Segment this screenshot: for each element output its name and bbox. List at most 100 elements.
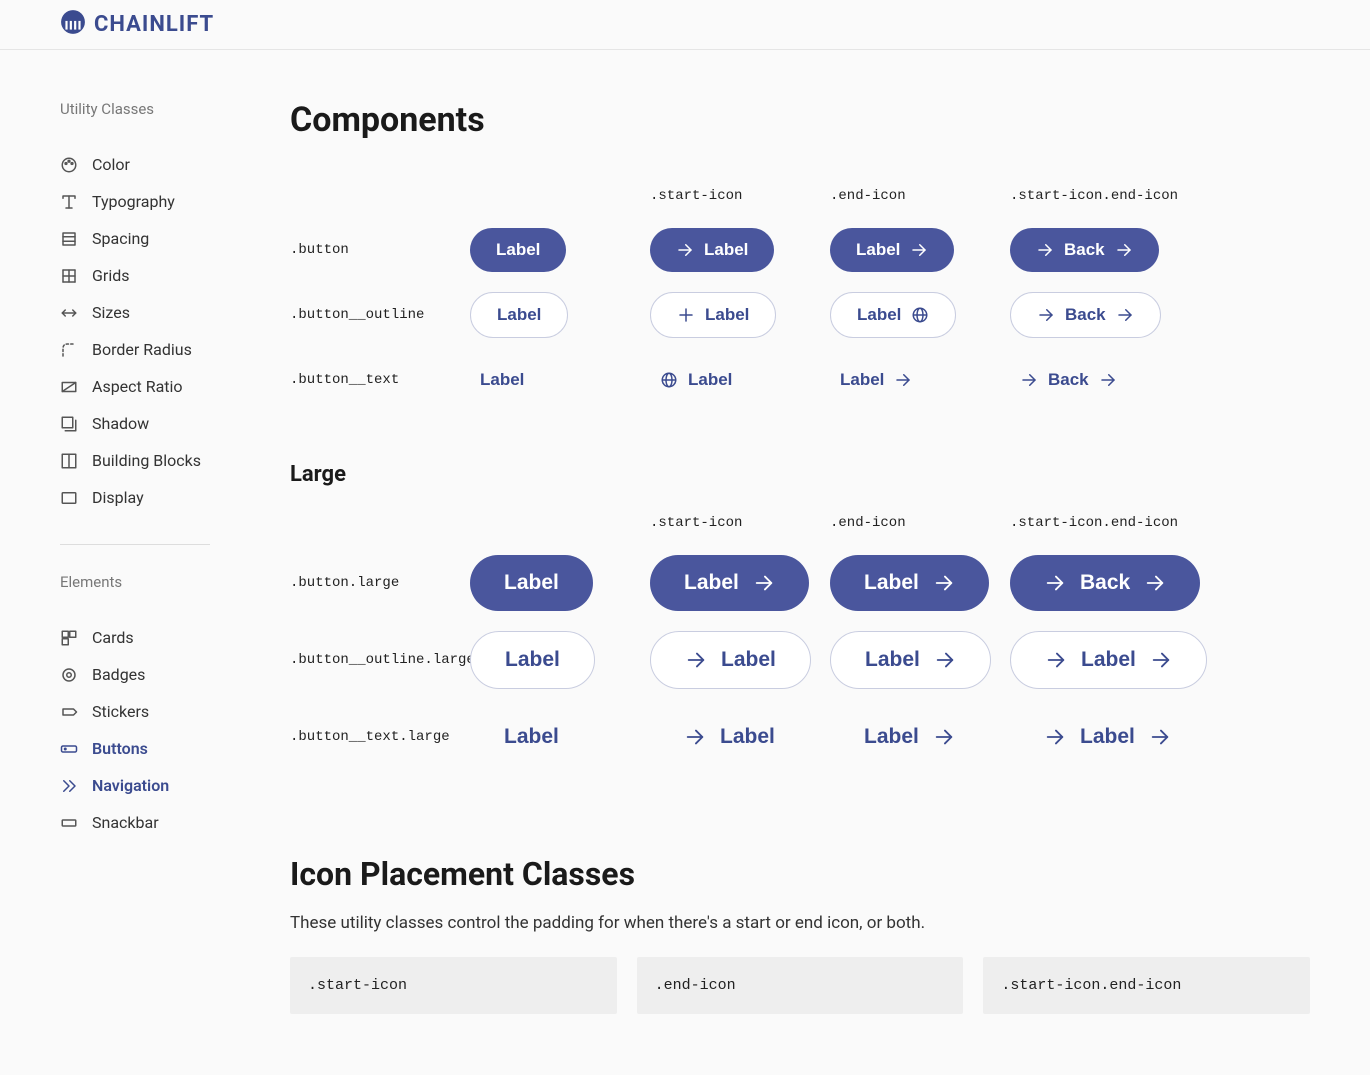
button-filled-large-start-icon[interactable]: Label <box>650 555 809 611</box>
plus-icon <box>677 306 695 324</box>
col-header <box>470 188 650 210</box>
arrow-right-icon <box>1037 306 1055 324</box>
col-header: .start-icon.end-icon <box>1010 507 1190 545</box>
sidebar-item-display[interactable]: Display <box>60 479 230 516</box>
code-chip-row: .start-icon .end-icon .start-icon.end-ic… <box>290 957 1310 1014</box>
sizes-icon <box>60 304 78 322</box>
shadow-icon <box>60 415 78 433</box>
nav-icon <box>60 777 78 795</box>
arrow-right-icon <box>676 241 694 259</box>
sidebar-item-spacing[interactable]: Spacing <box>60 220 230 257</box>
button-icon <box>60 740 78 758</box>
button-text-large-both-icon[interactable]: Label <box>1010 709 1205 765</box>
button-text-end-icon[interactable]: Label <box>830 358 922 402</box>
sidebar-item-building-blocks[interactable]: Building Blocks <box>60 442 230 479</box>
sidebar-item-label: Color <box>92 155 130 174</box>
button-text-both-icon[interactable]: Back <box>1010 358 1127 402</box>
arrow-right-icon <box>894 371 912 389</box>
aspect-icon <box>60 378 78 396</box>
code-chip: .start-icon <box>290 957 617 1014</box>
button-filled[interactable]: Label <box>470 228 566 272</box>
button-label: Label <box>865 648 920 672</box>
sidebar-item-border-radius[interactable]: Border Radius <box>60 331 230 368</box>
button-outline-start-icon[interactable]: Label <box>650 292 776 338</box>
brand-logo[interactable]: CHAINLIFT <box>60 9 214 41</box>
button-label: Label <box>1080 725 1135 749</box>
button-label: Back <box>1065 305 1106 325</box>
sidebar-divider <box>60 544 210 545</box>
type-icon <box>60 193 78 211</box>
button-label: Label <box>840 370 884 390</box>
sidebar-item-aspect-ratio[interactable]: Aspect Ratio <box>60 368 230 405</box>
button-outline-large[interactable]: Label <box>470 631 595 689</box>
row-label: .button__outline.large <box>290 634 470 686</box>
row-label: .button.large <box>290 557 470 609</box>
button-text-large[interactable]: Label <box>470 709 593 765</box>
button-outline-end-icon[interactable]: Label <box>830 292 956 338</box>
sidebar-item-label: Typography <box>92 192 175 211</box>
sidebar-item-label: Building Blocks <box>92 451 201 470</box>
badge-icon <box>60 666 78 684</box>
button-filled-large[interactable]: Label <box>470 555 593 611</box>
button-outline-large-end-icon[interactable]: Label <box>830 631 991 689</box>
button-label: Back <box>1080 571 1130 595</box>
button-label: Label <box>721 648 776 672</box>
button-outline[interactable]: Label <box>470 292 568 338</box>
button-filled-both-icon[interactable]: Back <box>1010 228 1159 272</box>
row-label: .button__text.large <box>290 711 470 763</box>
button-outline-large-start-icon[interactable]: Label <box>650 631 811 689</box>
button-label: Label <box>688 370 732 390</box>
sidebar-item-shadow[interactable]: Shadow <box>60 405 230 442</box>
sidebar-item-sizes[interactable]: Sizes <box>60 294 230 331</box>
button-label: Label <box>720 725 775 749</box>
spacing-icon <box>60 230 78 248</box>
blocks-icon <box>60 452 78 470</box>
main-content: Components .start-icon .end-icon .start-… <box>260 50 1370 1074</box>
arrow-right-icon <box>934 649 956 671</box>
button-label: Back <box>1064 240 1105 260</box>
button-text-large-end-icon[interactable]: Label <box>830 709 989 765</box>
sidebar-item-cards[interactable]: Cards <box>60 619 230 656</box>
button-label: Back <box>1048 370 1089 390</box>
sidebar-item-stickers[interactable]: Stickers <box>60 693 230 730</box>
sidebar-item-snackbar[interactable]: Snackbar <box>60 804 230 841</box>
button-outline-large-both-icon[interactable]: Label <box>1010 631 1207 689</box>
large-title: Large <box>290 462 1310 487</box>
button-label: Label <box>857 305 901 325</box>
button-label: Label <box>856 240 900 260</box>
col-header: .end-icon <box>830 507 1010 545</box>
sidebar-item-label: Cards <box>92 628 134 647</box>
arrow-right-icon <box>753 572 775 594</box>
button-label: Label <box>704 240 748 260</box>
button-text-start-icon[interactable]: Label <box>650 358 742 402</box>
button-filled-start-icon[interactable]: Label <box>650 228 774 272</box>
col-header: .start-icon <box>650 180 830 218</box>
button-text[interactable]: Label <box>470 358 534 402</box>
sidebar-item-color[interactable]: Color <box>60 146 230 183</box>
col-header: .end-icon <box>830 180 1010 218</box>
sidebar-item-badges[interactable]: Badges <box>60 656 230 693</box>
button-label: Label <box>480 370 524 390</box>
arrow-right-icon <box>1036 241 1054 259</box>
button-outline-both-icon[interactable]: Back <box>1010 292 1161 338</box>
arrow-right-icon <box>1150 649 1172 671</box>
sidebar-item-label: Border Radius <box>92 340 192 359</box>
button-label: Label <box>684 571 739 595</box>
col-header <box>470 515 650 537</box>
sidebar-item-typography[interactable]: Typography <box>60 183 230 220</box>
snackbar-icon <box>60 814 78 832</box>
button-text-large-start-icon[interactable]: Label <box>650 709 809 765</box>
code-chip: .start-icon.end-icon <box>983 957 1310 1014</box>
arrow-right-icon <box>933 572 955 594</box>
sidebar-item-buttons[interactable]: Buttons <box>60 730 230 767</box>
button-filled-end-icon[interactable]: Label <box>830 228 954 272</box>
sidebar-item-navigation[interactable]: Navigation <box>60 767 230 804</box>
sidebar-section-elements: Elements <box>60 573 230 591</box>
sidebar-item-grids[interactable]: Grids <box>60 257 230 294</box>
cards-icon <box>60 629 78 647</box>
sidebar-item-label: Buttons <box>92 739 148 758</box>
code-chip: .end-icon <box>637 957 964 1014</box>
arrow-right-icon <box>1099 371 1117 389</box>
button-filled-large-end-icon[interactable]: Label <box>830 555 989 611</box>
button-filled-large-both-icon[interactable]: Back <box>1010 555 1200 611</box>
